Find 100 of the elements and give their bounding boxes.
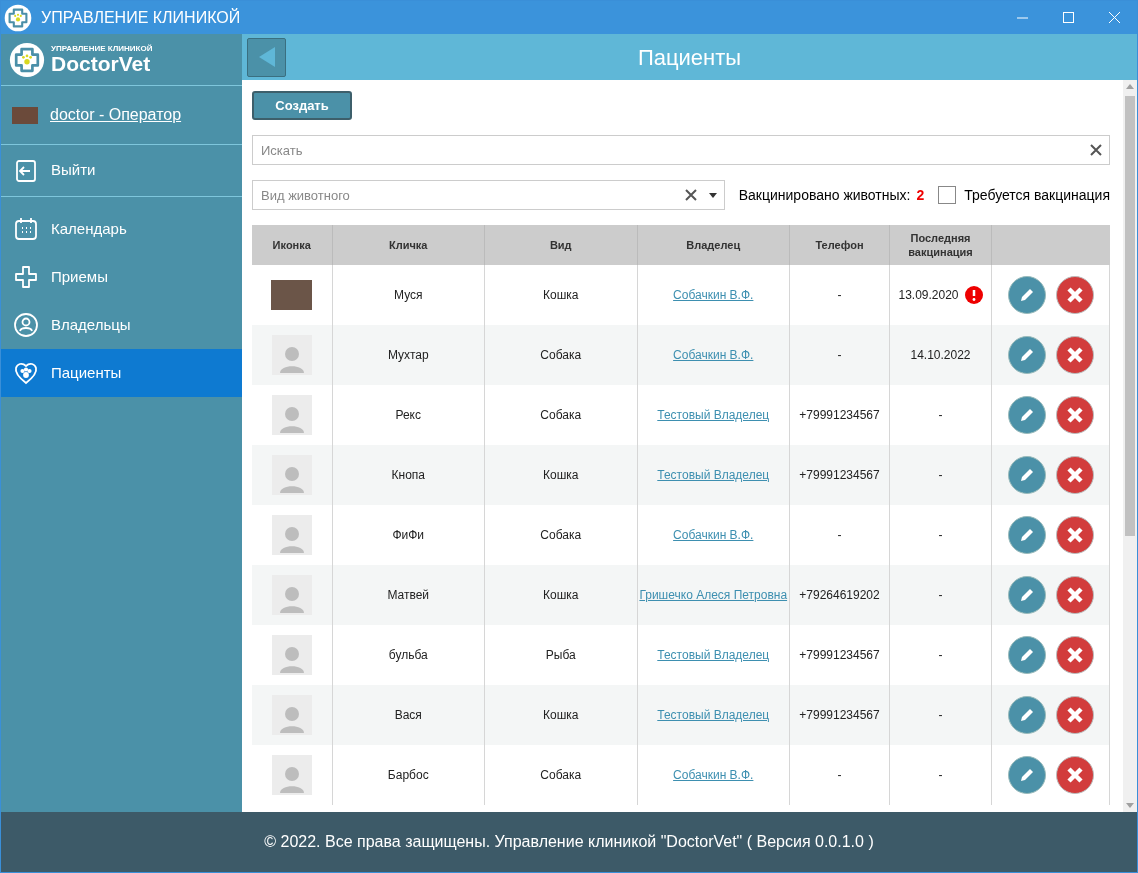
edit-button[interactable]	[1007, 696, 1046, 734]
sidebar-item[interactable]: Владельцы	[1, 301, 242, 349]
vaccination-checkbox[interactable]	[938, 186, 957, 204]
delete-button[interactable]	[1055, 696, 1094, 734]
delete-button[interactable]	[1055, 756, 1094, 794]
pencil-icon	[1018, 287, 1035, 303]
pencil-icon	[1018, 587, 1035, 603]
owner-link[interactable]: Тестовый Владелец	[657, 648, 770, 662]
create-button[interactable]: Создать	[252, 91, 352, 120]
vaccination-date: -	[938, 587, 943, 604]
sidebar-item[interactable]: Календарь	[1, 205, 242, 253]
pet-photo	[271, 280, 313, 310]
edit-button[interactable]	[1007, 636, 1046, 674]
delete-button[interactable]	[1055, 396, 1094, 434]
pencil-icon	[1018, 407, 1035, 423]
owner-link[interactable]: Собачкин В.Ф.	[673, 528, 754, 542]
calendar-icon	[13, 216, 39, 242]
pencil-icon	[1018, 527, 1035, 543]
delete-button[interactable]	[1055, 456, 1094, 494]
delete-button[interactable]	[1055, 636, 1094, 674]
owner-link[interactable]: Гришечко Алеся Петровна	[639, 588, 788, 602]
avatar-placeholder	[271, 695, 312, 735]
avatar-placeholder	[271, 575, 312, 615]
pencil-icon	[1018, 467, 1035, 483]
app-logo-icon	[4, 3, 32, 32]
owner-link[interactable]: Собачкин В.Ф.	[673, 348, 754, 362]
edit-button[interactable]	[1007, 336, 1046, 374]
owner-link[interactable]: Собачкин В.Ф.	[673, 768, 754, 782]
brand-subtitle: УПРАВЛЕНИЕ КЛИНИКОЙ	[51, 45, 153, 53]
close-icon	[1065, 766, 1084, 784]
sidebar-item[interactable]: Пациенты	[1, 349, 242, 397]
vaccination-date: 13.09.2020	[898, 287, 959, 304]
pencil-icon	[1018, 767, 1035, 783]
window-title: УПРАВЛЕНИЕ КЛИНИКОЙ	[41, 7, 241, 28]
edit-button[interactable]	[1007, 276, 1046, 314]
maximize-icon	[1062, 12, 1074, 23]
heart-paw-icon	[13, 360, 39, 386]
pencil-icon	[1018, 707, 1035, 723]
delete-button[interactable]	[1055, 516, 1094, 554]
clear-icon[interactable]	[1090, 144, 1102, 156]
brand-logo-icon	[9, 41, 45, 78]
vaccination-date: -	[938, 407, 943, 424]
edit-button[interactable]	[1007, 756, 1046, 794]
close-icon	[1065, 466, 1084, 484]
avatar-placeholder	[271, 395, 312, 435]
close-icon	[1065, 526, 1084, 544]
owner-link[interactable]: Тестовый Владелец	[657, 708, 770, 722]
vaccination-date: 14.10.2022	[910, 347, 971, 364]
delete-button[interactable]	[1055, 576, 1094, 614]
table-cell: Барбос	[332, 745, 485, 805]
copyright-text: © 2022. Все права защищены. Управление клиникой "DoctorVet" ( Версия 0.0.1.0 )	[264, 832, 874, 852]
avatar-placeholder	[271, 335, 312, 375]
table-cell: Собака	[484, 745, 637, 805]
delete-button[interactable]	[1055, 336, 1094, 374]
close-icon	[1065, 586, 1084, 604]
close-icon	[1108, 12, 1120, 23]
scrollbar[interactable]	[1123, 80, 1137, 812]
vaccination-checkbox-label: Требуется вакцинация	[964, 185, 1110, 205]
avatar-placeholder	[271, 515, 312, 555]
species-dropdown[interactable]: Вид животного	[252, 180, 725, 210]
pencil-icon	[1018, 347, 1035, 363]
scroll-up-icon[interactable]	[1126, 84, 1134, 89]
edit-button[interactable]	[1007, 456, 1046, 494]
vaccination-date: -	[938, 767, 943, 784]
search-field[interactable]: Искать	[252, 135, 1110, 165]
user-link[interactable]: doctor - Оператор	[50, 103, 182, 127]
vaccination-date: -	[938, 527, 943, 544]
medical-cross-icon	[13, 264, 39, 290]
owner-link[interactable]: Собачкин В.Ф.	[673, 288, 754, 302]
close-icon	[1065, 346, 1084, 364]
page-title: Пациенты	[636, 43, 743, 72]
avatar-placeholder	[271, 755, 312, 795]
vaccination-date: -	[938, 707, 943, 724]
logout-icon	[15, 158, 37, 183]
user-avatar-photo	[12, 106, 38, 124]
delete-button[interactable]	[1055, 276, 1094, 314]
owner-link[interactable]: Тестовый Владелец	[657, 468, 770, 482]
brand-name: DoctorVet	[51, 53, 152, 74]
pencil-icon	[1018, 647, 1035, 663]
scroll-down-icon[interactable]	[1126, 803, 1134, 808]
logout-button[interactable]: Выйти	[1, 145, 242, 197]
table-cell: -	[789, 745, 890, 805]
caret-icon[interactable]	[709, 193, 717, 198]
avatar-placeholder	[271, 635, 312, 675]
close-icon	[1065, 646, 1084, 664]
close-icon	[1065, 286, 1084, 304]
edit-button[interactable]	[1007, 516, 1046, 554]
avatar-placeholder	[271, 455, 312, 495]
close-icon	[1065, 706, 1084, 724]
close-icon	[1065, 406, 1084, 424]
owner-link[interactable]: Тестовый Владелец	[657, 408, 770, 422]
edit-button[interactable]	[1007, 396, 1046, 434]
edit-button[interactable]	[1007, 576, 1046, 614]
vaccinated-label: Вакцинировано животных:	[738, 185, 911, 205]
vaccinated-count: 2	[916, 185, 925, 205]
clear-icon[interactable]	[685, 189, 697, 201]
sidebar-item[interactable]: Приемы	[1, 253, 242, 301]
back-button[interactable]	[247, 37, 286, 77]
person-icon	[13, 312, 39, 338]
vaccination-date: -	[938, 647, 943, 664]
